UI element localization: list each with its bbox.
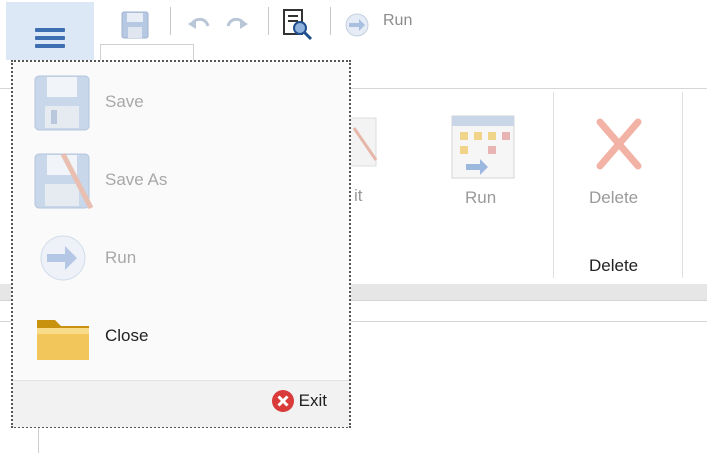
hamburger-icon — [35, 28, 65, 48]
menu-item-save-as[interactable]: Save As — [13, 142, 349, 218]
menu-item-label: Close — [105, 326, 149, 345]
ribbon-run-label: Run — [465, 188, 497, 207]
ribbon-delete-button[interactable]: Delete — [570, 100, 670, 220]
save-icon[interactable] — [120, 10, 150, 40]
exit-label: Exit — [298, 391, 327, 410]
app-menu-footer: Exit — [13, 380, 349, 427]
app-menu-dropdown: Save Save As Run Close Exit — [11, 60, 351, 428]
app-menu-button[interactable] — [6, 2, 94, 60]
ribbon-group-divider — [553, 92, 554, 278]
ribbon-run-button[interactable]: Run — [432, 100, 532, 220]
undo-icon[interactable] — [186, 14, 212, 36]
menu-item-run[interactable]: Run — [13, 220, 349, 296]
delete-group-label: Delete — [589, 256, 639, 275]
save-as-icon — [34, 152, 94, 210]
quick-run-label[interactable]: Run — [383, 12, 412, 30]
menu-item-save[interactable]: Save — [13, 64, 349, 140]
folder-icon — [37, 320, 89, 360]
menu-item-label: Save As — [105, 170, 168, 189]
run-grid-icon — [451, 115, 515, 179]
menu-item-label: Run — [105, 248, 137, 267]
preview-icon[interactable] — [280, 8, 314, 42]
ribbon-delete-label: Delete — [589, 188, 639, 207]
exit-button[interactable]: Exit — [271, 389, 327, 413]
exit-icon — [271, 390, 294, 412]
menu-item-close[interactable]: Close — [13, 298, 349, 374]
ribbon-group-divider — [682, 92, 683, 278]
run-icon[interactable] — [342, 12, 372, 38]
run-icon — [40, 235, 86, 281]
redo-icon[interactable] — [224, 14, 250, 36]
menu-item-label: Save — [105, 92, 144, 111]
delete-x-icon — [596, 118, 642, 170]
edit-button-label[interactable]: it — [354, 186, 363, 206]
save-icon — [34, 75, 90, 131]
